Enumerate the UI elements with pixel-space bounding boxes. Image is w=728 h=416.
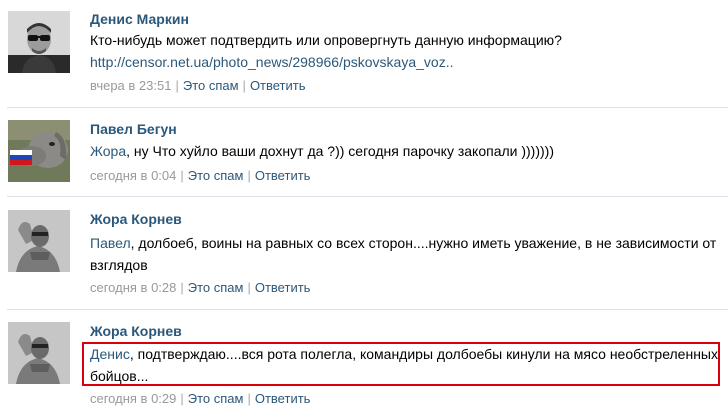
comment-meta: сегодня в 0:04 | Это спам | Ответить xyxy=(90,168,310,184)
comment-author[interactable]: Жора Корнев xyxy=(90,322,182,340)
spam-button[interactable]: Это спам xyxy=(183,78,239,93)
divider: | xyxy=(180,391,184,406)
avatar[interactable] xyxy=(8,210,70,272)
avatar[interactable] xyxy=(8,11,70,73)
reply-button[interactable]: Ответить xyxy=(255,168,311,183)
reply-mention[interactable]: Жора xyxy=(90,143,126,159)
comment-body: , подтверждаю....вся рота полегла, коман… xyxy=(90,346,718,384)
separator xyxy=(7,196,728,197)
divider: | xyxy=(247,168,251,183)
spam-button[interactable]: Это спам xyxy=(188,168,244,183)
comment-meta: сегодня в 0:28 | Это спам | Ответить xyxy=(90,280,310,296)
avatar[interactable] xyxy=(8,120,70,182)
divider: | xyxy=(180,280,184,295)
reply-mention[interactable]: Денис xyxy=(90,346,130,362)
comment-meta: вчера в 23:51 | Это спам | Ответить xyxy=(90,78,306,94)
comment-time[interactable]: вчера в 23:51 xyxy=(90,78,171,93)
avatar[interactable] xyxy=(8,322,70,384)
comment-author[interactable]: Жора Корнев xyxy=(90,210,182,228)
comment-time[interactable]: сегодня в 0:28 xyxy=(90,280,176,295)
comment-meta: сегодня в 0:29 | Это спам | Ответить xyxy=(90,391,310,407)
reply-mention[interactable]: Павел xyxy=(90,235,131,251)
comment-author[interactable]: Павел Бегун xyxy=(90,120,177,138)
separator xyxy=(7,107,728,108)
separator xyxy=(7,309,728,310)
divider: | xyxy=(175,78,179,93)
spam-button[interactable]: Это спам xyxy=(188,280,244,295)
comment-time[interactable]: сегодня в 0:04 xyxy=(90,168,176,183)
comment-body: , долбоеб, воины на равных со всех сторо… xyxy=(90,235,717,273)
divider: | xyxy=(180,168,184,183)
comment-body: , ну Что хуйло ваши дохнут да ?)) сегодн… xyxy=(126,143,554,159)
divider: | xyxy=(242,78,246,93)
divider: | xyxy=(247,391,251,406)
reply-button[interactable]: Ответить xyxy=(255,280,311,295)
comment-body: Кто-нибудь может подтвердить или опровер… xyxy=(90,32,562,48)
comment-text: Жора, ну Что хуйло ваши дохнут да ?)) се… xyxy=(90,140,718,162)
reply-button[interactable]: Ответить xyxy=(255,391,311,406)
comment-text: Кто-нибудь может подтвердить или опровер… xyxy=(90,29,718,73)
comment-text: Павел, долбоеб, воины на равных со всех … xyxy=(90,232,718,276)
comment-link[interactable]: http://censor.net.ua/photo_news/298966/p… xyxy=(90,54,453,70)
spam-button[interactable]: Это спам xyxy=(188,391,244,406)
divider: | xyxy=(247,280,251,295)
reply-button[interactable]: Ответить xyxy=(250,78,306,93)
comment-text: Денис, подтверждаю....вся рота полегла, … xyxy=(90,343,718,387)
comment-time[interactable]: сегодня в 0:29 xyxy=(90,391,176,406)
comment-author[interactable]: Денис Маркин xyxy=(90,10,189,28)
